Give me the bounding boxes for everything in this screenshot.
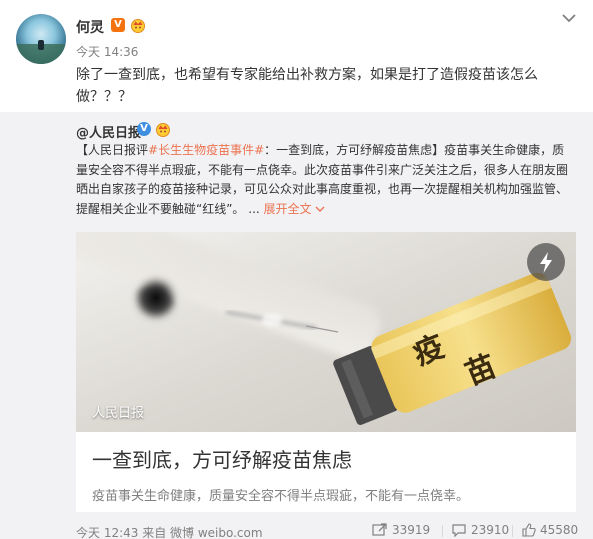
verified-icon: V — [137, 122, 151, 136]
post-time[interactable]: 今天 14:36 — [76, 43, 138, 60]
hashtag-link[interactable]: #长生生物疫苗事件# — [148, 143, 264, 157]
crown-badge-icon[interactable] — [155, 121, 171, 137]
thumbs-up-icon — [522, 523, 536, 537]
original-author[interactable]: @人民日报 — [76, 122, 141, 141]
author-name[interactable]: 何灵 — [76, 17, 104, 37]
avatar[interactable] — [16, 14, 66, 64]
article-title[interactable]: 一查到底，方可纾解疫苗焦虑 — [92, 444, 352, 473]
chevron-down-icon — [315, 206, 325, 212]
repost-count: 33919 — [392, 523, 431, 537]
comment-button[interactable]: 23910 — [451, 523, 509, 537]
repost-button[interactable]: 33919 — [372, 523, 430, 537]
post-header: 何灵 V 今天 14:36 除了一查到底，也希望有专家能给出补救方案，如果是打了… — [0, 0, 593, 112]
article-card-image[interactable]: 疫 苗 人民日报 — [76, 232, 576, 432]
like-count: 45580 — [540, 523, 579, 537]
vaccine-photo: 疫 苗 — [76, 232, 576, 432]
like-button[interactable]: 45580 — [522, 523, 578, 537]
article-description: 疫苗事关生命健康，质量安全容不得半点瑕疵，不能有一点侥幸。 — [92, 489, 470, 504]
repost-icon — [372, 523, 387, 536]
post-text: 除了一查到底，也希望有专家能给出补救方案，如果是打了造假疫苗该怎么做？？？ — [76, 67, 538, 105]
text-prefix: 【人民日报评 — [76, 143, 149, 157]
image-caption: 人民日报 — [92, 406, 145, 421]
chevron-down-icon[interactable] — [561, 12, 577, 24]
divider — [442, 525, 443, 537]
original-text: 【人民日报评#长生生物疫苗事件#：一查到底，方可纾解疫苗焦虑】疫苗事关生命健康，… — [76, 141, 576, 219]
crown-badge-icon[interactable] — [130, 17, 146, 33]
flash-icon[interactable] — [527, 243, 565, 281]
article-card[interactable]: 疫 苗 人民日报 一查到底，方可纾解疫苗焦虑 疫苗事关生命健康，质量安全容不得半… — [76, 232, 576, 512]
vip-badge-icon[interactable]: V — [111, 18, 125, 32]
comment-count: 23910 — [471, 523, 510, 537]
comment-icon — [452, 524, 466, 537]
divider — [512, 525, 513, 537]
expand-label: 展开全文 — [263, 201, 312, 216]
avatar-figure — [38, 40, 44, 50]
repost-time-source[interactable]: 今天 12:43 来自 微博 weibo.com — [76, 524, 263, 539]
repost-box: @人民日报 V 【人民日报评#长生生物疫苗事件#：一查到底，方可纾解疫苗焦虑】疫… — [0, 112, 593, 539]
expand-link[interactable]: 展开全文 — [260, 202, 326, 216]
